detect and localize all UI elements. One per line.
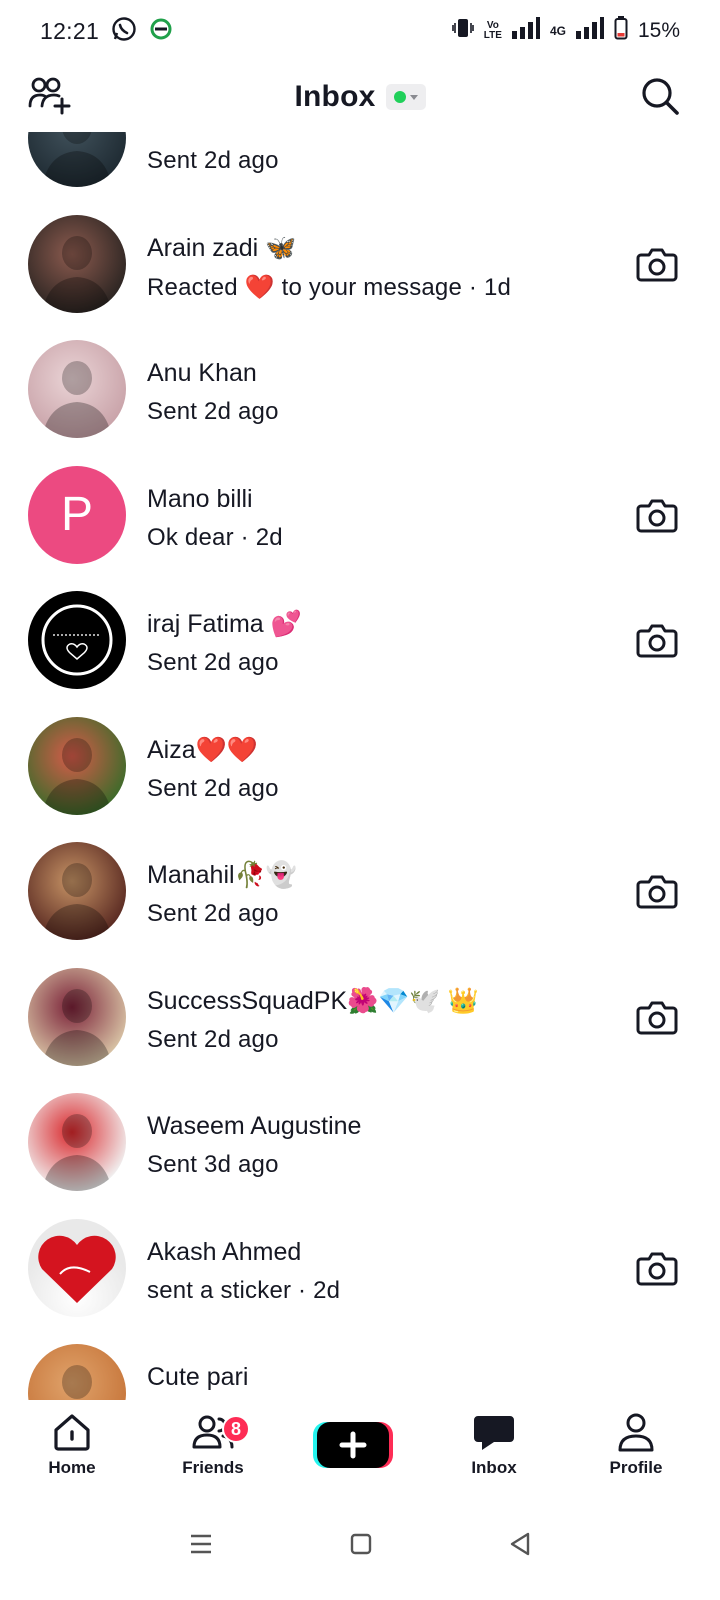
avatar[interactable] (28, 716, 126, 815)
contact-name: iraj Fatima 💕 (147, 610, 302, 638)
contact-name: shadow (147, 132, 233, 137)
contact-name: Arain zadi 🦋 (147, 233, 297, 262)
camera-button[interactable] (636, 1000, 678, 1036)
plus-icon (313, 1422, 393, 1468)
avatar[interactable] (28, 1093, 126, 1191)
nav-home[interactable]: Home (17, 1410, 127, 1478)
conversation-row[interactable]: SuccessSquadPK🌺💎🕊️ 👑 Sent 2d ago (0, 954, 720, 1079)
contact-name: Anu Khan (147, 359, 257, 387)
nav-profile-label: Profile (609, 1458, 663, 1477)
contact-name: Aiza❤️❤️ (147, 735, 258, 764)
contact-name: Waseem Augustine (147, 1112, 362, 1140)
conversation-row[interactable]: P Mano billi Ok dear · 2d (0, 452, 720, 577)
message-preview: Sent 2d ago (147, 1025, 279, 1053)
avatar[interactable] (28, 842, 126, 940)
camera-button[interactable] (636, 874, 678, 910)
search-button[interactable] (640, 76, 680, 116)
camera-icon (636, 1001, 678, 1034)
menu-icon (190, 1534, 211, 1553)
camera-button[interactable] (636, 1251, 678, 1287)
avatar[interactable] (28, 1218, 126, 1317)
page-title: Inbox (294, 80, 376, 113)
conversation-row[interactable]: Manahil🥀👻 Sent 2d ago (0, 828, 720, 953)
online-status-toggle[interactable] (385, 84, 426, 110)
avatar[interactable] (28, 214, 126, 313)
avatar[interactable] (28, 340, 126, 438)
conversation-row[interactable]: shadow Sent 2d ago (0, 132, 720, 200)
nav-inbox-label: Inbox (471, 1458, 517, 1477)
conversation-row[interactable]: Aiza❤️❤️ Sent 2d ago (0, 703, 720, 828)
avatar[interactable] (28, 591, 126, 689)
create-button[interactable] (313, 1420, 393, 1470)
profile-icon (618, 1413, 654, 1452)
camera-button[interactable] (636, 247, 678, 283)
camera-icon (636, 499, 678, 532)
conversation-row[interactable]: Anu Khan Sent 2d ago (0, 326, 720, 451)
inbox-icon (474, 1416, 514, 1450)
battery-percent: 15% (637, 19, 680, 42)
avatar[interactable] (28, 132, 126, 187)
battery-icon (614, 16, 628, 46)
nav-friends-label: Friends (182, 1458, 244, 1477)
whatsapp-icon (111, 16, 137, 47)
message-preview: Sent 2d ago (147, 649, 279, 676)
back-triangle-icon (511, 1532, 530, 1555)
avatar[interactable]: P (28, 465, 126, 564)
nav-profile[interactable]: Profile (581, 1410, 691, 1478)
add-friends-icon (28, 77, 71, 115)
signal-icon-2 (575, 16, 604, 46)
camera-icon (636, 624, 678, 658)
signal-icon (511, 16, 540, 46)
conversation-row[interactable]: Cute pari (0, 1330, 720, 1400)
add-friends-button[interactable] (28, 76, 72, 116)
avatar[interactable] (28, 1344, 126, 1400)
system-nav-bar (0, 1492, 720, 1600)
nav-home-label: Home (48, 1458, 96, 1477)
message-preview: Reacted ❤️ to your message · 1d (147, 273, 512, 301)
status-time: 12:21 (40, 17, 100, 44)
search-icon (642, 78, 679, 115)
contact-name: Cute pari (147, 1363, 249, 1391)
avatar-letter: P (60, 488, 93, 541)
online-status-dot (393, 91, 406, 103)
bottom-nav: Home 8 Friends Inbox Profile (0, 1400, 720, 1492)
recents-button[interactable] (189, 1533, 213, 1560)
network-type: 4G (549, 24, 566, 38)
contact-name: Akash Ahmed (147, 1237, 302, 1266)
status-bar: 12:21 Vo LTE 4G 15% (0, 0, 720, 62)
camera-button[interactable] (636, 623, 678, 659)
camera-icon (636, 875, 678, 909)
message-preview: Sent 2d ago (147, 398, 279, 425)
contact-name: SuccessSquadPK🌺💎🕊️ 👑 (147, 986, 479, 1015)
nav-friends[interactable]: 8 Friends (158, 1410, 268, 1478)
square-icon (350, 1533, 372, 1554)
message-preview: Sent 3d ago (147, 1151, 279, 1178)
inbox-header: Inbox (0, 62, 720, 132)
conversation-row[interactable]: Arain zadi 🦋 Reacted ❤️ to your message ·… (0, 201, 720, 326)
message-preview: Sent 2d ago (147, 147, 279, 174)
home-icon (54, 1414, 90, 1451)
contact-name: Manahil🥀👻 (147, 861, 297, 889)
message-preview: Ok dear · 2d (147, 523, 283, 551)
conversation-row[interactable]: Akash Ahmed sent a sticker · 2d (0, 1205, 720, 1330)
friends-badge: 8 (222, 1415, 250, 1443)
camera-icon (636, 1252, 678, 1285)
nav-inbox[interactable]: Inbox (439, 1410, 549, 1478)
message-preview: Sent 2d ago (147, 774, 279, 802)
message-preview: Sent 2d ago (147, 900, 279, 927)
message-preview: sent a sticker · 2d (147, 1276, 341, 1304)
chevron-down-icon (409, 94, 418, 100)
camera-icon (636, 248, 678, 281)
volte-indicator: Vo LTE (483, 20, 502, 41)
system-home-button[interactable] (350, 1533, 372, 1560)
avatar[interactable] (28, 967, 126, 1066)
conversation-row[interactable]: Waseem Augustine Sent 3d ago (0, 1079, 720, 1204)
vibrate-icon (451, 16, 474, 46)
camera-button[interactable] (636, 498, 678, 534)
system-back-button[interactable] (509, 1532, 531, 1561)
contact-name: Mano billi (147, 484, 253, 513)
conversation-list[interactable]: shadow Sent 2d ago Arain zadi 🦋 Reacted ❤️ … (0, 132, 720, 1400)
app-notification-icon (149, 17, 173, 46)
conversation-row[interactable]: iraj Fatima 💕 Sent 2d ago (0, 577, 720, 702)
